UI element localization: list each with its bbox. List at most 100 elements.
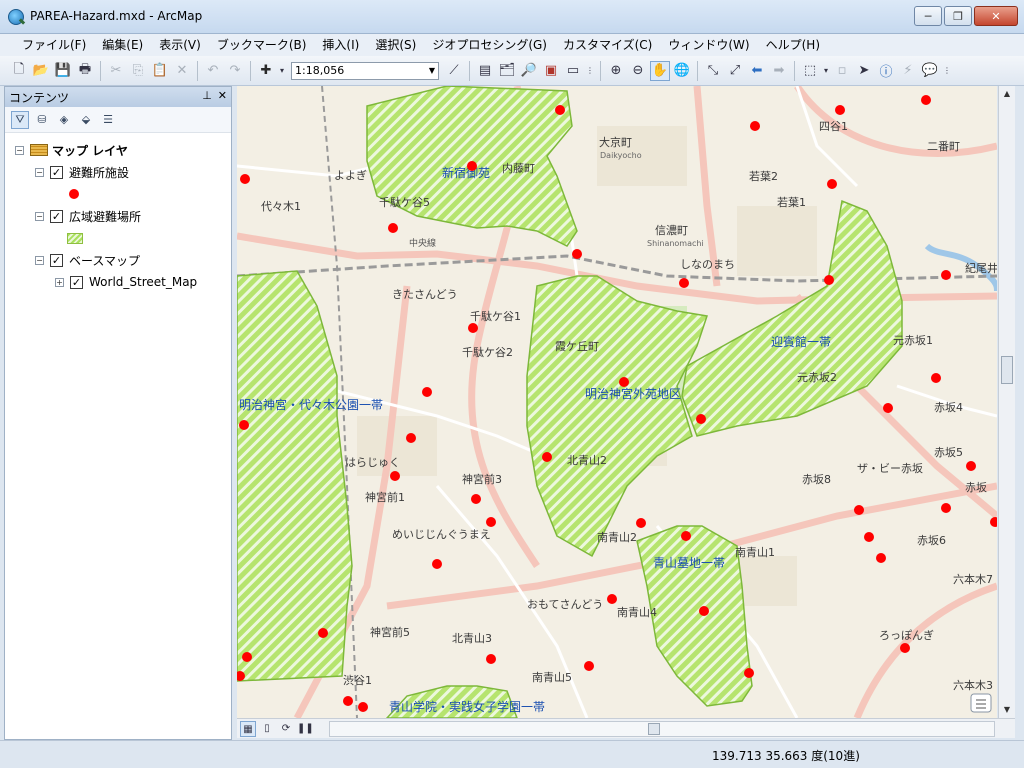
full-extent-icon[interactable]: 🌐 — [672, 61, 692, 81]
close-button[interactable]: ✕ — [974, 6, 1018, 26]
undo-icon[interactable]: ↶ — [203, 61, 223, 81]
delete-icon[interactable]: ✕ — [172, 61, 192, 81]
back-extent-icon[interactable]: ⬅ — [747, 61, 767, 81]
pan-icon[interactable]: ✋ — [650, 60, 670, 81]
shelter-point[interactable] — [607, 594, 617, 604]
shelter-point[interactable] — [699, 606, 709, 616]
shelter-point[interactable] — [471, 494, 481, 504]
pause-drawing-icon[interactable]: ❚❚ — [297, 721, 314, 737]
shelter-point[interactable] — [636, 518, 646, 528]
toolbar-overflow-icon[interactable]: ⋮ — [585, 61, 595, 81]
shelter-point[interactable] — [240, 174, 250, 184]
hyperlink-icon[interactable]: ⚡ — [898, 61, 918, 81]
table-of-contents-icon[interactable]: ▤ — [475, 61, 495, 81]
horizontal-scroll-thumb[interactable] — [648, 723, 660, 735]
shelter-point[interactable] — [468, 323, 478, 333]
layer-visibility-checkbox[interactable]: ✓ — [50, 253, 63, 267]
map-scale-combobox[interactable]: 1:18,056 ▼ — [291, 61, 439, 80]
toc-close-icon[interactable]: ✕ — [218, 89, 227, 102]
shelter-point[interactable] — [542, 452, 552, 462]
arctoolbox-icon[interactable]: ▣ — [541, 61, 561, 81]
collapse-icon[interactable]: − — [35, 167, 44, 177]
shelter-point[interactable] — [864, 532, 874, 542]
toc-options-icon[interactable]: ☰ — [99, 111, 117, 129]
menu-view[interactable]: 表示(V) — [151, 34, 209, 56]
shelter-point[interactable] — [406, 433, 416, 443]
shelter-point[interactable] — [941, 503, 951, 513]
shelter-point[interactable] — [432, 559, 442, 569]
list-by-selection-icon[interactable]: ⬙ — [77, 111, 95, 129]
layer-visibility-checkbox[interactable]: ✓ — [50, 209, 63, 223]
select-features-icon[interactable]: ⬚ — [800, 61, 820, 81]
forward-extent-icon[interactable]: ➡ — [769, 61, 789, 81]
layer-visibility-checkbox[interactable]: ✓ — [70, 275, 83, 289]
map-horizontal-scrollbar[interactable] — [329, 721, 995, 737]
menu-edit[interactable]: 編集(E) — [94, 34, 151, 56]
shelter-point[interactable] — [827, 179, 837, 189]
shelter-point[interactable] — [900, 643, 910, 653]
shelter-point[interactable] — [239, 420, 249, 430]
new-document-icon[interactable]: 🗋 — [9, 61, 29, 81]
open-folder-icon[interactable]: 📂 — [31, 61, 51, 81]
select-elements-icon[interactable]: ➤ — [854, 61, 874, 81]
cut-icon[interactable]: ✂ — [106, 61, 126, 81]
maximize-button[interactable]: ❐ — [944, 6, 972, 26]
shelter-point[interactable] — [555, 105, 565, 115]
shelter-point[interactable] — [966, 461, 976, 471]
shelter-point[interactable] — [931, 373, 941, 383]
select-dropdown-icon[interactable]: ▾ — [822, 61, 830, 81]
clear-selection-icon[interactable]: ▫ — [832, 61, 852, 81]
shelter-point[interactable] — [744, 668, 754, 678]
menu-insert[interactable]: 挿入(I) — [314, 34, 367, 56]
shelter-point[interactable] — [467, 161, 477, 171]
tree-row-world-street-map[interactable]: + ✓ World_Street_Map — [5, 271, 231, 293]
scroll-down-icon[interactable]: ▼ — [999, 702, 1015, 718]
redo-icon[interactable]: ↷ — [225, 61, 245, 81]
vertical-scroll-thumb[interactable] — [1001, 356, 1013, 384]
pin-icon[interactable]: ⊥ — [202, 89, 212, 102]
tree-row-shelters[interactable]: − ✓ 避難所施設 — [5, 161, 231, 183]
zoom-out-icon[interactable]: ⊖ — [628, 61, 648, 81]
map-view[interactable]: 大京町 Daikyocho 若葉2 若葉1 信濃町 Shinanomachi 四… — [237, 86, 997, 718]
shelter-point[interactable] — [696, 414, 706, 424]
identify-icon[interactable]: ⓘ — [876, 61, 896, 81]
shelter-point[interactable] — [388, 223, 398, 233]
shelter-point[interactable] — [941, 270, 951, 280]
shelter-point[interactable] — [876, 553, 886, 563]
data-view-icon[interactable]: ▦ — [240, 720, 256, 737]
shelter-point[interactable] — [572, 249, 582, 259]
shelter-point[interactable] — [883, 403, 893, 413]
tree-row-evacuation-areas[interactable]: − ✓ 広域避難場所 — [5, 205, 231, 227]
shelter-point[interactable] — [318, 628, 328, 638]
add-data-dropdown-icon[interactable]: ▾ — [278, 61, 286, 81]
search-window-icon[interactable]: 🔎 — [519, 61, 539, 81]
shelter-point[interactable] — [422, 387, 432, 397]
collapse-icon[interactable]: − — [15, 145, 24, 155]
collapse-icon[interactable]: − — [35, 211, 44, 221]
paste-icon[interactable]: 📋 — [150, 61, 170, 81]
map-overlay-toggle-icon[interactable] — [970, 693, 992, 713]
shelter-point[interactable] — [679, 278, 689, 288]
menu-windows[interactable]: ウィンドウ(W) — [660, 34, 757, 56]
map-vertical-scrollbar[interactable]: ▲ ▼ — [998, 86, 1015, 718]
menu-selection[interactable]: 選択(S) — [367, 34, 424, 56]
menu-help[interactable]: ヘルプ(H) — [758, 34, 828, 56]
fixed-zoom-in-icon[interactable]: ⤡ — [703, 61, 723, 81]
refresh-icon[interactable]: ⟳ — [278, 721, 294, 737]
shelter-point[interactable] — [343, 696, 353, 706]
shelter-point[interactable] — [750, 121, 760, 131]
catalog-icon[interactable]: 🗂 — [497, 61, 517, 81]
shelter-point[interactable] — [584, 661, 594, 671]
shelter-point[interactable] — [486, 517, 496, 527]
shelter-point[interactable] — [681, 531, 691, 541]
shelter-point[interactable] — [619, 377, 629, 387]
expand-icon[interactable]: + — [55, 277, 64, 287]
map-canvas[interactable]: 大京町 Daikyocho 若葉2 若葉1 信濃町 Shinanomachi 四… — [237, 86, 997, 718]
shelter-point[interactable] — [835, 105, 845, 115]
scroll-up-icon[interactable]: ▲ — [999, 86, 1015, 102]
shelter-point[interactable] — [921, 95, 931, 105]
shelter-point[interactable] — [358, 702, 368, 712]
shelter-point[interactable] — [242, 652, 252, 662]
layout-view-icon[interactable]: ▯ — [259, 721, 275, 737]
zoom-in-icon[interactable]: ⊕ — [606, 61, 626, 81]
